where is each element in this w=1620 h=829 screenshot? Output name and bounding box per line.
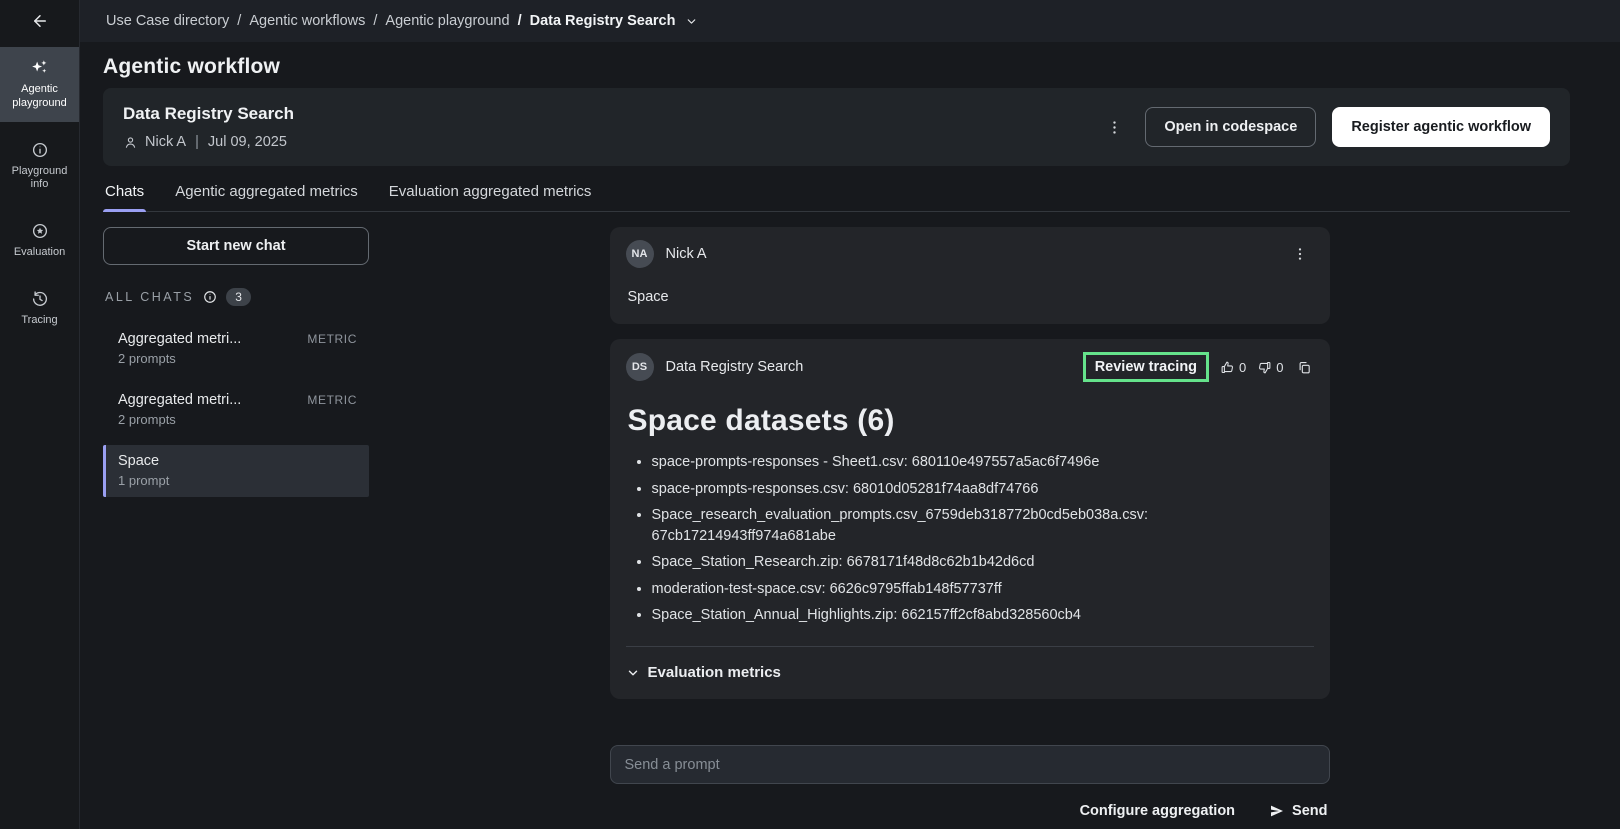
dataset-list-item: moderation-test-space.csv: 6626c9795ffab…	[652, 579, 1314, 600]
sidebar-item-label: Playground info	[3, 165, 76, 193]
workflow-title: Data Registry Search	[123, 104, 294, 124]
sidebar-item-label: Evaluation	[14, 246, 65, 260]
topbar: Use Case directory / Agentic workflows /…	[0, 0, 1620, 42]
chat-item-subtitle: 2 prompts	[118, 351, 357, 366]
dataset-list-item: Space_research_evaluation_prompts.csv_67…	[652, 505, 1314, 546]
evaluation-metrics-label: Evaluation metrics	[648, 664, 781, 681]
history-icon	[31, 290, 49, 308]
chat-list-panel: Start new chat ALL CHATS 3 Aggregated me…	[103, 227, 369, 829]
tab-evaluation-aggregated-metrics[interactable]: Evaluation aggregated metrics	[387, 177, 594, 211]
dataset-list-item: Space_Station_Research.zip: 6678171f48d8…	[652, 552, 1314, 573]
composer: Configure aggregation Send	[610, 745, 1330, 823]
breadcrumb-item[interactable]: Agentic workflows	[249, 13, 365, 29]
main-content: Agentic workflow Data Registry Search Ni…	[80, 42, 1620, 829]
thumbs-up-button[interactable]: 0	[1220, 360, 1246, 375]
breadcrumb-item[interactable]: Agentic playground	[385, 13, 509, 29]
workflow-date: Jul 09, 2025	[208, 134, 287, 150]
all-chats-label: ALL CHATS	[105, 290, 194, 304]
avatar: DS	[626, 353, 654, 381]
chat-count-badge: 3	[226, 288, 251, 306]
info-icon	[31, 141, 49, 159]
info-icon[interactable]	[203, 290, 217, 304]
sidebar-item-playground-info[interactable]: Playground info	[0, 130, 79, 204]
chat-item-tag: METRIC	[307, 332, 357, 346]
assistant-heading: Space datasets (6)	[628, 404, 1314, 438]
message-kebab-menu-icon[interactable]	[1286, 242, 1314, 266]
breadcrumb-separator: /	[518, 13, 522, 29]
chat-list-item-selected[interactable]: Space 1 prompt	[103, 445, 369, 497]
chat-item-subtitle: 2 prompts	[118, 412, 357, 427]
open-in-codespace-button[interactable]: Open in codespace	[1145, 107, 1316, 147]
star-circle-icon	[31, 222, 49, 240]
register-agentic-workflow-button[interactable]: Register agentic workflow	[1332, 107, 1550, 147]
breadcrumb-item[interactable]: Use Case directory	[106, 13, 229, 29]
chat-thread: NA Nick A Space DS Data	[610, 227, 1330, 829]
back-button[interactable]	[0, 0, 80, 42]
sidebar: Agentic playground Playground info Evalu…	[0, 42, 80, 829]
chat-list-item[interactable]: Aggregated metri... METRIC 2 prompts	[103, 323, 369, 375]
upvote-count: 0	[1239, 360, 1246, 375]
thumbs-up-icon	[1220, 360, 1235, 375]
chat-item-tag: METRIC	[307, 393, 357, 407]
send-button[interactable]: Send	[1267, 799, 1329, 823]
workflow-card: Data Registry Search Nick A | Jul 09, 20…	[103, 88, 1570, 166]
avatar: NA	[626, 240, 654, 268]
chat-item-title: Aggregated metri...	[118, 331, 241, 347]
sidebar-item-evaluation[interactable]: Evaluation	[0, 211, 79, 271]
workflow-author: Nick A	[145, 134, 186, 150]
chat-list-header: ALL CHATS 3	[103, 288, 369, 306]
breadcrumb: Use Case directory / Agentic workflows /…	[80, 0, 698, 42]
copy-button[interactable]	[1295, 358, 1314, 377]
sidebar-item-agentic-playground[interactable]: Agentic playground	[0, 47, 79, 122]
assistant-message-card: DS Data Registry Search Review tracing 0	[610, 339, 1330, 699]
send-label: Send	[1292, 803, 1327, 819]
sidebar-item-label: Tracing	[21, 314, 57, 328]
thumbs-down-button[interactable]: 0	[1257, 360, 1283, 375]
breadcrumb-separator: /	[237, 13, 241, 29]
sidebar-item-label: Agentic playground	[3, 83, 76, 111]
prompt-input[interactable]	[610, 745, 1330, 784]
sidebar-item-tracing[interactable]: Tracing	[0, 279, 79, 339]
send-icon	[1269, 803, 1285, 819]
workflow-kebab-menu-icon[interactable]	[1100, 115, 1129, 140]
dataset-list: space-prompts-responses - Sheet1.csv: 68…	[626, 452, 1314, 626]
downvote-count: 0	[1276, 360, 1283, 375]
copy-icon	[1297, 360, 1312, 375]
tab-agentic-aggregated-metrics[interactable]: Agentic aggregated metrics	[173, 177, 360, 211]
user-message-name: Nick A	[666, 246, 707, 262]
page-title: Agentic workflow	[103, 55, 1570, 79]
user-message-card: NA Nick A Space	[610, 227, 1330, 324]
thumbs-down-icon	[1257, 360, 1272, 375]
chat-list-item[interactable]: Aggregated metri... METRIC 2 prompts	[103, 384, 369, 436]
chevron-down-icon[interactable]	[685, 15, 698, 28]
tab-bar: Chats Agentic aggregated metrics Evaluat…	[103, 177, 1570, 212]
workflow-meta: Nick A | Jul 09, 2025	[123, 134, 294, 150]
review-tracing-button[interactable]: Review tracing	[1083, 352, 1209, 382]
breadcrumb-separator: /	[373, 13, 377, 29]
divider	[626, 646, 1314, 647]
chevron-down-icon	[626, 666, 640, 680]
dataset-list-item: space-prompts-responses.csv: 68010d05281…	[652, 479, 1314, 500]
tab-chats[interactable]: Chats	[103, 177, 146, 211]
sparkles-icon	[30, 58, 49, 77]
start-new-chat-button[interactable]: Start new chat	[103, 227, 369, 265]
user-message-text: Space	[628, 289, 1314, 305]
assistant-message-name: Data Registry Search	[666, 359, 804, 375]
chat-item-subtitle: 1 prompt	[118, 473, 357, 488]
chat-item-title: Aggregated metri...	[118, 392, 241, 408]
breadcrumb-current[interactable]: Data Registry Search	[530, 13, 676, 29]
configure-aggregation-button[interactable]: Configure aggregation	[1078, 799, 1237, 823]
dataset-list-item: Space_Station_Annual_Highlights.zip: 662…	[652, 605, 1314, 626]
person-icon	[123, 135, 138, 150]
meta-separator: |	[193, 134, 201, 150]
evaluation-metrics-toggle[interactable]: Evaluation metrics	[626, 662, 781, 687]
chat-item-title: Space	[118, 453, 159, 469]
back-arrow-icon	[31, 12, 49, 30]
dataset-list-item: space-prompts-responses - Sheet1.csv: 68…	[652, 452, 1314, 473]
